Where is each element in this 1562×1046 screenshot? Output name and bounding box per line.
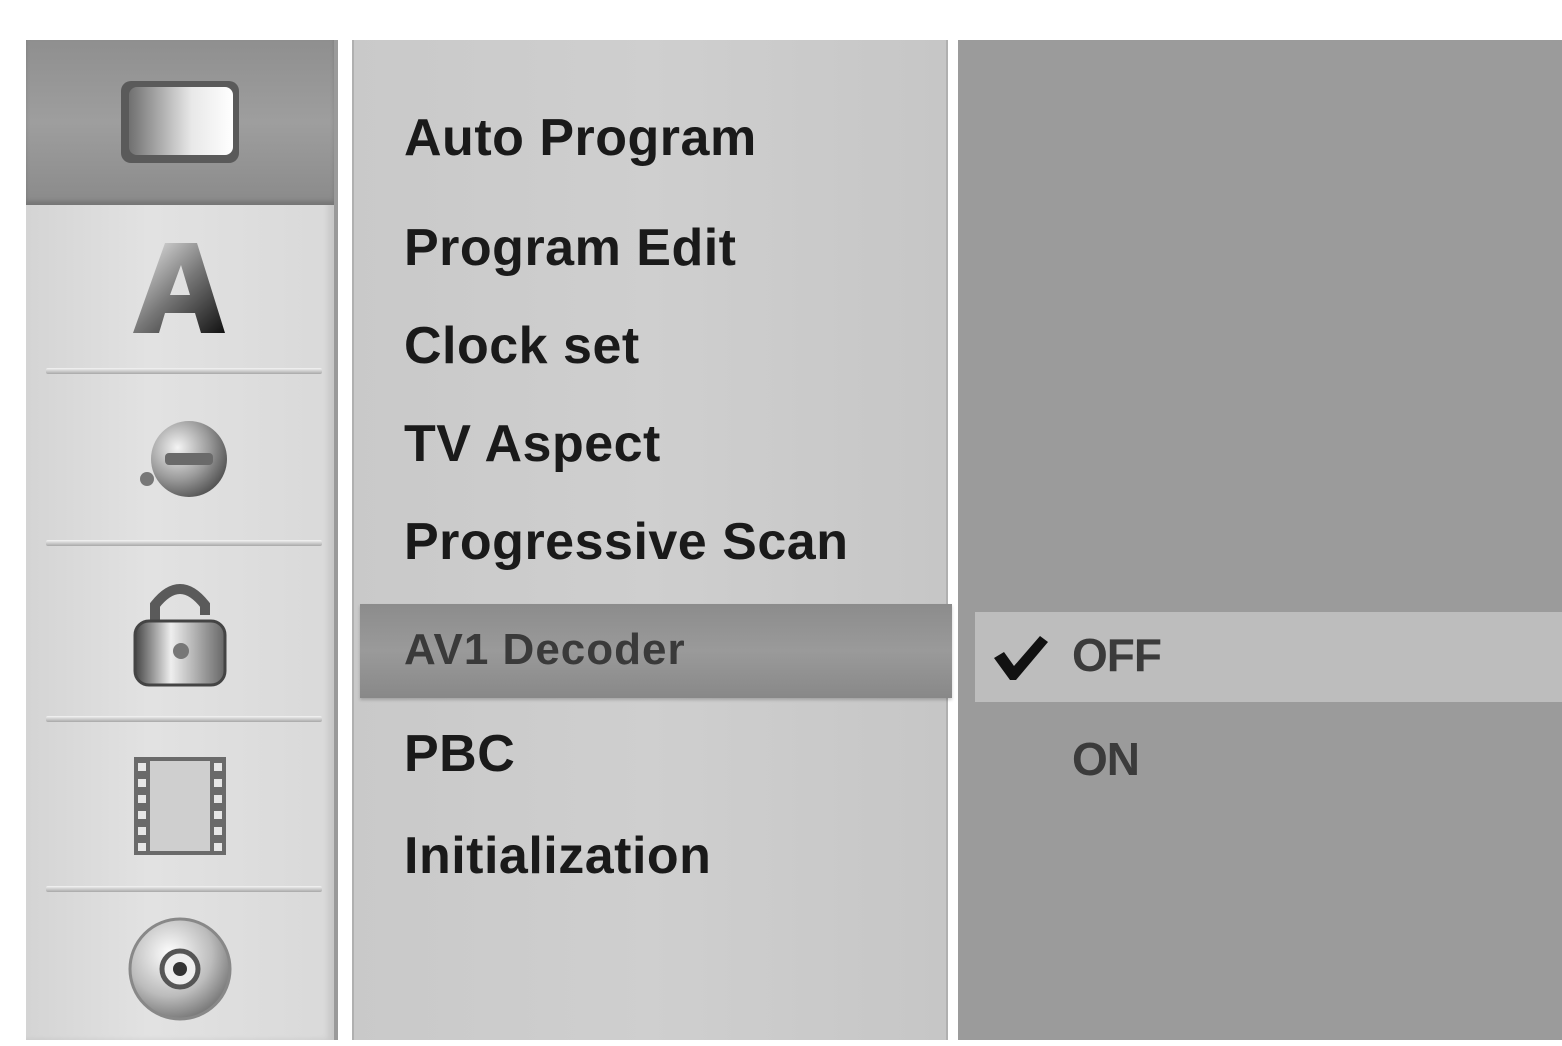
sidebar-item-recording[interactable] — [26, 726, 334, 886]
menu-item-av1-decoder[interactable]: AV1 Decoder — [404, 628, 686, 672]
language-icon — [133, 243, 225, 333]
menu-item-tv-aspect[interactable]: TV Aspect — [404, 418, 661, 470]
setup-sidebar — [26, 40, 338, 1040]
sidebar-divider — [46, 716, 322, 722]
menu-item-pbc[interactable]: PBC — [404, 728, 515, 780]
sidebar-item-disc[interactable] — [26, 896, 334, 1046]
submenu-option-off[interactable]: OFF — [1072, 632, 1162, 678]
menu-item-initialization[interactable]: Initialization — [404, 830, 711, 882]
submenu-option-off-highlight[interactable] — [975, 612, 1562, 702]
audio-icon — [140, 421, 227, 497]
checkmark-icon — [994, 636, 1048, 680]
tv-setup-icon — [121, 80, 239, 163]
sidebar-item-lock[interactable] — [26, 550, 334, 716]
sidebar-divider — [46, 886, 322, 892]
recording-icon — [134, 757, 226, 855]
disc-icon — [128, 917, 232, 1021]
sidebar-item-general[interactable] — [26, 40, 334, 205]
menu-item-program-edit[interactable]: Program Edit — [404, 222, 737, 274]
submenu-option-on[interactable]: ON — [1072, 736, 1140, 782]
menu-item-auto-program[interactable]: Auto Program — [404, 112, 757, 164]
sidebar-divider — [46, 368, 322, 374]
lock-icon — [133, 584, 227, 687]
sidebar-divider — [46, 540, 322, 546]
sidebar-item-audio[interactable] — [26, 378, 334, 540]
submenu-panel — [958, 40, 1562, 1040]
sidebar-item-language[interactable] — [26, 208, 334, 368]
menu-item-progressive-scan[interactable]: Progressive Scan — [404, 516, 848, 568]
menu-item-clock-set[interactable]: Clock set — [404, 320, 640, 372]
